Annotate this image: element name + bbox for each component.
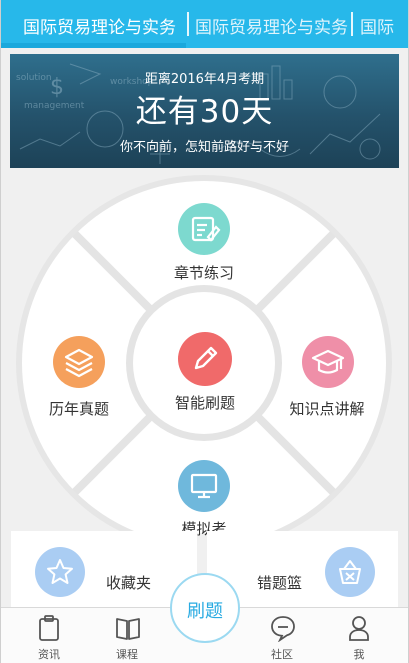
layers-icon[interactable]: [53, 336, 105, 388]
star-icon: [35, 547, 85, 597]
clipboard-icon: [39, 615, 59, 641]
tab-divider: [187, 12, 189, 36]
monitor-icon[interactable]: [178, 460, 230, 512]
motto-text: 你不向前，怎知前路好与不好: [119, 140, 289, 155]
app-screen: 国际贸易理论与实务 国际贸易理论与实务 国际 solution manageme…: [0, 0, 409, 663]
nav-courses-label: 课程: [116, 648, 138, 661]
tab-subject-3[interactable]: 国际: [360, 13, 394, 38]
graduation-cap-icon[interactable]: [302, 336, 354, 388]
tab-subject-2[interactable]: 国际贸易理论与实务: [195, 13, 348, 38]
nav-me[interactable]: 我: [329, 608, 389, 663]
exam-countdown-banner[interactable]: solution management $ workshop 距离2016年4月…: [10, 54, 399, 168]
tab-subject-1[interactable]: 国际贸易理论与实务: [23, 13, 176, 38]
practice-fab-button[interactable]: 刷题: [170, 573, 240, 643]
favorites-card[interactable]: 收藏夹: [11, 531, 197, 609]
book-icon: [116, 618, 140, 640]
nav-me-label: 我: [353, 648, 365, 661]
active-tab-indicator: [1, 43, 186, 48]
smart-practice-label[interactable]: 智能刷题: [164, 392, 246, 413]
chapter-practice-label[interactable]: 章节练习: [164, 262, 244, 283]
countdown-text: 还有30天: [135, 94, 274, 130]
knowledge-lecture-label[interactable]: 知识点讲解: [281, 398, 373, 419]
favorites-label: 收藏夹: [106, 574, 152, 592]
nav-news-label: 资讯: [38, 648, 60, 661]
nav-community[interactable]: 社区: [252, 608, 312, 663]
exam-date-text: 距离2016年4月考期: [144, 72, 265, 87]
practice-fab-label: 刷题: [187, 601, 223, 622]
nav-courses[interactable]: 课程: [97, 608, 157, 663]
nav-news[interactable]: 资讯: [19, 608, 79, 663]
edit-note-icon[interactable]: [178, 203, 230, 255]
nav-community-label: 社区: [271, 648, 293, 661]
wrong-questions-label: 错题篮: [257, 574, 303, 592]
person-icon: [349, 616, 369, 641]
top-tab-bar: 国际贸易理论与实务 国际贸易理论与实务 国际: [1, 0, 408, 48]
basket-icon: [325, 547, 375, 597]
tab-divider: [351, 12, 353, 36]
chat-bubble-icon: [271, 616, 295, 642]
past-exams-label[interactable]: 历年真题: [37, 398, 121, 419]
pencil-icon[interactable]: [178, 332, 232, 386]
